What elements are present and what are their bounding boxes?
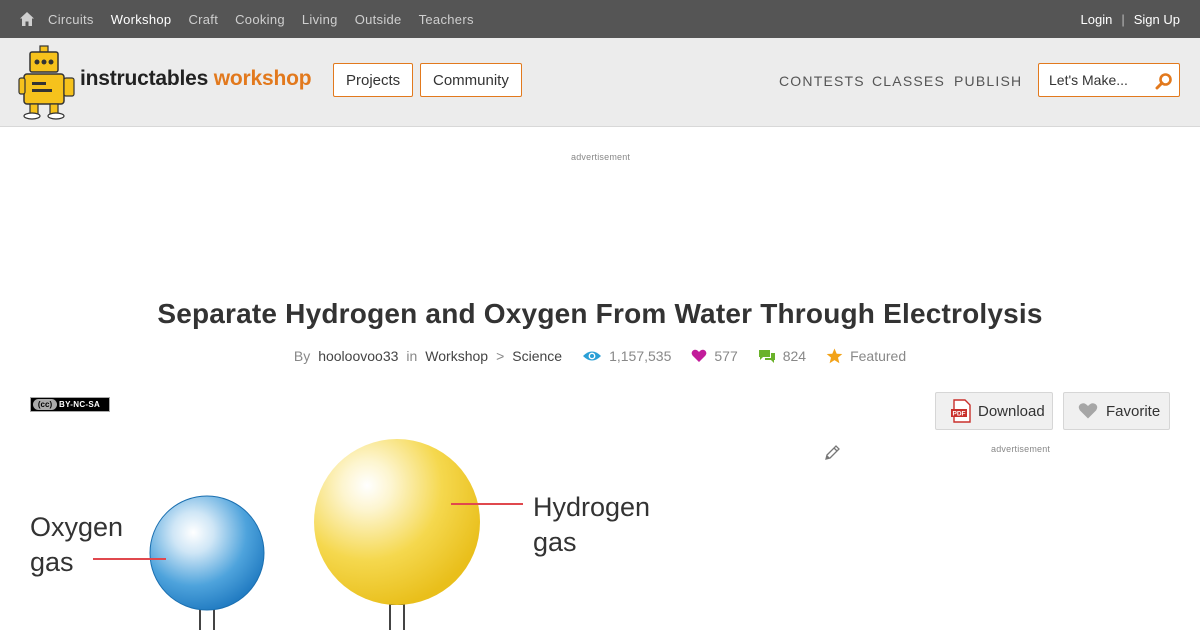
license-badge[interactable]: (cc) BY-NC-SA xyxy=(30,397,110,412)
pdf-badge-text: PDF xyxy=(953,411,966,418)
download-button[interactable]: PDF Download xyxy=(935,392,1053,430)
search-input[interactable] xyxy=(1039,64,1149,96)
author-link[interactable]: hooloovoo33 xyxy=(318,348,398,364)
breadcrumb-arrow: > xyxy=(496,348,505,364)
login-link[interactable]: Login xyxy=(1081,12,1113,27)
topnav-circuits[interactable]: Circuits xyxy=(48,12,94,27)
signup-link[interactable]: Sign Up xyxy=(1134,12,1180,27)
comments-icon xyxy=(758,349,775,363)
topnav-outside[interactable]: Outside xyxy=(355,12,402,27)
logo-word: instructables xyxy=(80,67,209,90)
publish-link[interactable]: PUBLISH xyxy=(954,73,1022,89)
heart-icon xyxy=(691,349,707,362)
favorites-count: 577 xyxy=(714,348,738,364)
auth-links: Login | Sign Up xyxy=(1081,0,1180,38)
category-link[interactable]: Workshop xyxy=(425,348,488,364)
home-icon[interactable] xyxy=(19,11,35,27)
comments-stat: 824 xyxy=(758,348,806,364)
by-label: By xyxy=(293,348,311,364)
views-count: 1,157,535 xyxy=(609,348,672,364)
community-button[interactable]: Community xyxy=(420,63,522,97)
advertisement-label-side: advertisement xyxy=(991,444,1051,454)
electrolysis-diagram-image: Oxygen gas Hydrogen gas xyxy=(0,432,700,630)
page-title: Separate Hydrogen and Oxygen From Water … xyxy=(157,298,1043,329)
logo-section: workshop xyxy=(213,67,312,90)
hydrogen-label-line2: gas xyxy=(533,527,577,557)
views-stat: 1,157,535 xyxy=(582,348,671,364)
license-text: BY-NC-SA xyxy=(59,400,101,409)
pdf-icon: PDF xyxy=(951,399,971,423)
download-label: Download xyxy=(978,402,1045,420)
top-navigation-bar: Circuits Workshop Craft Cooking Living O… xyxy=(0,0,1200,38)
favorite-heart-icon xyxy=(1078,403,1098,419)
robot-logo-icon[interactable] xyxy=(18,44,78,120)
top-category-nav: Circuits Workshop Craft Cooking Living O… xyxy=(48,0,491,38)
oxygen-label-line2: gas xyxy=(30,547,74,577)
auth-separator: | xyxy=(1121,11,1125,27)
edit-pencil-icon[interactable] xyxy=(823,444,841,462)
site-logo-text[interactable]: instructables workshop xyxy=(80,67,312,91)
featured-label: Featured xyxy=(850,348,907,364)
topnav-craft[interactable]: Craft xyxy=(188,12,218,27)
oxygen-gas-label: Oxygen gas xyxy=(30,510,123,580)
oxygen-label-line1: Oxygen xyxy=(30,512,124,542)
search-box xyxy=(1038,63,1180,97)
site-header: instructables workshop Projects Communit… xyxy=(0,38,1200,127)
favorite-label: Favorite xyxy=(1106,402,1161,420)
topnav-workshop[interactable]: Workshop xyxy=(111,12,172,27)
article-meta: By hooloovoo33 in Workshop > Science 1,1… xyxy=(0,348,1200,364)
hydrogen-label-line1: Hydrogen xyxy=(533,492,651,522)
star-icon xyxy=(826,348,843,364)
hydrogen-gas-label: Hydrogen gas xyxy=(533,490,650,560)
topnav-teachers[interactable]: Teachers xyxy=(419,12,474,27)
favorites-stat: 577 xyxy=(691,348,738,364)
projects-button[interactable]: Projects xyxy=(333,63,414,97)
views-eye-icon xyxy=(583,351,602,361)
featured-stat: Featured xyxy=(826,348,906,364)
topnav-cooking[interactable]: Cooking xyxy=(235,12,285,27)
classes-link[interactable]: CLASSES xyxy=(872,73,945,89)
topnav-living[interactable]: Living xyxy=(302,12,338,27)
favorite-button[interactable]: Favorite xyxy=(1063,392,1170,430)
in-label: in xyxy=(406,348,418,364)
cc-logo: (cc) xyxy=(33,399,57,410)
advertisement-label-top: advertisement xyxy=(571,152,631,162)
contests-link[interactable]: CONTESTS xyxy=(779,73,865,89)
comments-count: 824 xyxy=(782,348,807,364)
subcategory-link[interactable]: Science xyxy=(512,348,562,364)
search-icon[interactable] xyxy=(1155,72,1173,90)
